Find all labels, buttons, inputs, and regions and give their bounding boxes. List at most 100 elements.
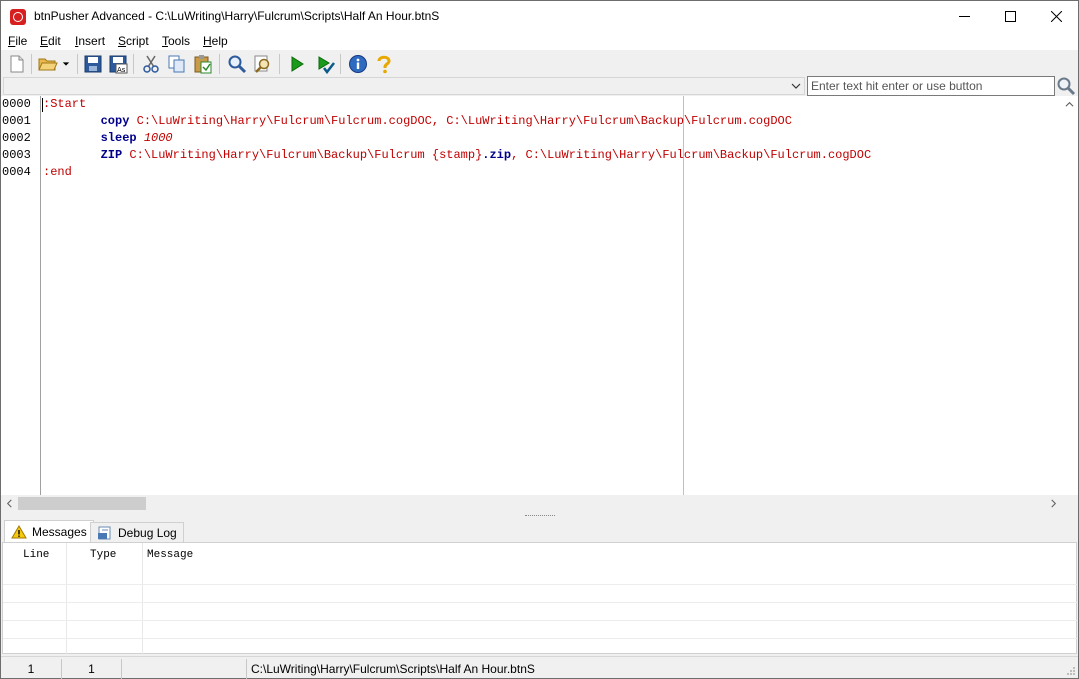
find-icon bbox=[228, 55, 247, 74]
resize-grip-icon[interactable] bbox=[1066, 666, 1076, 676]
code-args: , C:\LuWriting\Harry\Fulcrum\Backup\Fulc… bbox=[511, 148, 872, 162]
code-line: :end bbox=[43, 164, 72, 181]
save-as-icon: As bbox=[109, 55, 128, 74]
paste-button[interactable] bbox=[192, 53, 214, 75]
column-header-type[interactable]: Type bbox=[90, 549, 116, 561]
menu-script-accel: S bbox=[118, 34, 127, 48]
status-file-path: C:\LuWriting\Harry\Fulcrum\Scripts\Half … bbox=[251, 662, 535, 676]
toolbar-separator bbox=[340, 54, 341, 74]
info-icon bbox=[349, 55, 367, 73]
new-file-button[interactable] bbox=[6, 53, 28, 75]
new-file-icon bbox=[10, 55, 24, 73]
menu-edit-label: dit bbox=[48, 34, 61, 48]
maximize-button[interactable] bbox=[987, 1, 1033, 32]
scroll-thumb[interactable] bbox=[18, 497, 146, 510]
code-label: :Start bbox=[43, 97, 87, 111]
code-args: C:\LuWriting\Harry\Fulcrum\Backup\Fulcru… bbox=[122, 148, 483, 162]
line-number: 0002 bbox=[2, 131, 31, 145]
search-row bbox=[1, 76, 1078, 96]
code-keyword: copy bbox=[100, 114, 130, 128]
menu-bar: File Edit Insert Script Tools Help bbox=[1, 32, 1078, 50]
debug-log-icon bbox=[98, 526, 111, 539]
code-line: :Start bbox=[43, 96, 86, 113]
column-header-line[interactable]: Line bbox=[23, 549, 49, 561]
code-number: 1000 bbox=[136, 131, 173, 145]
toolbar-separator bbox=[219, 54, 220, 74]
run-icon bbox=[291, 56, 304, 72]
tab-debug-log-label: Debug Log bbox=[118, 525, 177, 540]
scroll-up-button[interactable] bbox=[1061, 96, 1078, 113]
replace-icon bbox=[254, 55, 270, 73]
help-icon bbox=[377, 55, 391, 74]
tab-debug-log[interactable]: Debug Log bbox=[90, 522, 184, 542]
close-icon bbox=[1050, 11, 1062, 22]
search-icon bbox=[1057, 77, 1076, 96]
grid-row-line bbox=[3, 620, 1078, 621]
save-as-button[interactable]: As bbox=[107, 53, 129, 75]
open-folder-button[interactable] bbox=[37, 53, 59, 75]
status-column: 1 bbox=[62, 659, 122, 679]
save-button[interactable] bbox=[82, 53, 104, 75]
close-button[interactable] bbox=[1033, 1, 1079, 32]
vertical-scrollbar[interactable] bbox=[1061, 96, 1078, 495]
column-header-message[interactable]: Message bbox=[147, 549, 193, 561]
menu-script-label: cript bbox=[126, 34, 149, 48]
scroll-left-button[interactable] bbox=[1, 495, 18, 512]
minimize-icon bbox=[958, 16, 970, 17]
menu-file[interactable]: File bbox=[8, 34, 27, 48]
toolbar-separator bbox=[279, 54, 280, 74]
tab-messages[interactable]: Messages bbox=[4, 520, 94, 543]
help-button[interactable] bbox=[373, 53, 395, 75]
menu-tools[interactable]: Tools bbox=[162, 34, 190, 48]
replace-button[interactable] bbox=[252, 53, 274, 75]
menu-tools-label: ools bbox=[168, 34, 191, 48]
line-number: 0000 bbox=[2, 97, 31, 111]
dropdown-arrow-icon bbox=[62, 62, 70, 66]
menu-edit[interactable]: Edit bbox=[40, 34, 61, 48]
line-number: 0003 bbox=[2, 148, 31, 162]
open-recent-dropdown[interactable] bbox=[59, 53, 73, 75]
menu-help-accel: H bbox=[203, 34, 212, 48]
menu-edit-accel: E bbox=[40, 34, 49, 48]
output-tabs: Messages Debug Log bbox=[1, 520, 1078, 543]
menu-insert[interactable]: Insert bbox=[75, 34, 105, 48]
grid-row-line bbox=[3, 602, 1078, 603]
warning-icon bbox=[11, 525, 27, 539]
info-button[interactable] bbox=[347, 53, 369, 75]
paste-icon bbox=[194, 55, 212, 74]
copy-button[interactable] bbox=[166, 53, 188, 75]
splitter-grip bbox=[525, 515, 555, 517]
code-editor[interactable]: 0000 0001 0002 0003 0004 :Start copy C:\… bbox=[1, 96, 1078, 495]
search-input[interactable] bbox=[807, 76, 1055, 96]
minimize-button[interactable] bbox=[941, 1, 987, 32]
find-button[interactable] bbox=[226, 53, 248, 75]
scroll-right-button[interactable] bbox=[1045, 495, 1062, 512]
menu-help-label: elp bbox=[211, 34, 228, 48]
line-number: 0004 bbox=[2, 165, 31, 179]
horizontal-scrollbar[interactable] bbox=[1, 495, 1078, 512]
title-bar: btnPusher Advanced - C:\LuWriting\Harry\… bbox=[1, 1, 1078, 32]
cut-button[interactable] bbox=[140, 53, 162, 75]
toolbar-separator bbox=[133, 54, 134, 74]
menu-help[interactable]: Help bbox=[203, 34, 228, 48]
menu-script[interactable]: Script bbox=[118, 34, 149, 48]
code-keyword: sleep bbox=[100, 131, 137, 145]
run-check-button[interactable] bbox=[314, 53, 336, 75]
code-line: copy C:\LuWriting\Harry\Fulcrum\Fulcrum.… bbox=[43, 113, 792, 130]
search-button[interactable] bbox=[1055, 76, 1077, 96]
script-combo[interactable] bbox=[3, 77, 805, 95]
toolbar-separator bbox=[31, 54, 32, 74]
menu-file-label: ile bbox=[15, 34, 28, 48]
chevron-left-icon bbox=[6, 499, 12, 508]
window-title: btnPusher Advanced - C:\LuWriting\Harry\… bbox=[34, 9, 440, 23]
run-button[interactable] bbox=[286, 53, 308, 75]
app-window: btnPusher Advanced - C:\LuWriting\Harry\… bbox=[0, 0, 1079, 679]
panel-splitter[interactable] bbox=[1, 512, 1078, 520]
messages-list[interactable]: Line Type Message bbox=[2, 542, 1078, 655]
svg-text:As: As bbox=[117, 66, 126, 74]
status-line: 1 bbox=[1, 659, 62, 679]
maximize-icon bbox=[1004, 11, 1016, 22]
tab-messages-label: Messages bbox=[32, 525, 87, 539]
